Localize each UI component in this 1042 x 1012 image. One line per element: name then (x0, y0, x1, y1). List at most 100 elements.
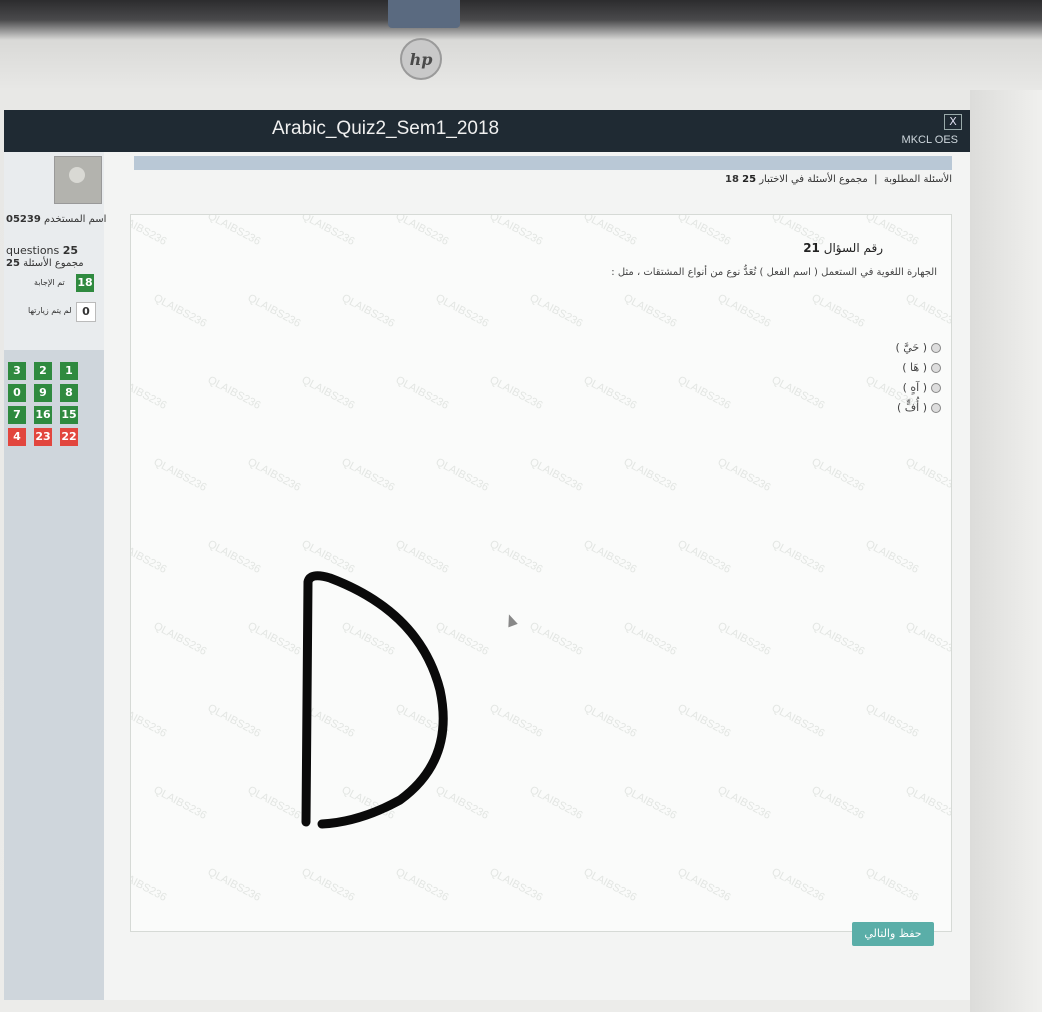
watermark-text: QLAIBS236 (487, 215, 545, 248)
watermark-text: QLAIBS236 (151, 784, 209, 822)
not-answered-label: لم يتم زيارتها (28, 306, 72, 315)
watermark-text: QLAIBS236 (487, 866, 545, 904)
question-card: QLAIBS236 QLAIBS236 QLAIBS236 QLAIBS236 QLAI… (130, 214, 952, 932)
watermark-text: QLAIBS236 (863, 866, 921, 904)
watermark-text: QLAIBS236 (205, 866, 263, 904)
option-label: ( هَا ) (902, 361, 927, 374)
watermark-text: QLAIBS236 (581, 538, 639, 576)
total-questions-label: questions (6, 244, 60, 257)
option-label: ( أُفٍّ ) (896, 401, 927, 414)
watermark-text: QLAIBS236 (863, 702, 921, 740)
question-nav-cell[interactable]: 8 (60, 384, 78, 402)
question-nav-cell[interactable]: 22 (60, 428, 78, 446)
watermark-text: QLAIBS236 (581, 702, 639, 740)
watermark-text: QLAIBS236 (809, 292, 867, 330)
answered-label: تم الإجابة (34, 278, 65, 287)
watermark-text: QLAIBS236 (769, 866, 827, 904)
watermark-text: QLAIBS236 (675, 538, 733, 576)
radio-icon[interactable] (931, 382, 941, 393)
option-1[interactable]: ( حَيَّ ) (895, 341, 941, 354)
watermark-text: QLAIBS236 (205, 702, 263, 740)
radio-icon[interactable] (931, 342, 941, 353)
watermark-text: QLAIBS236 (903, 456, 951, 494)
radio-icon[interactable] (931, 362, 941, 373)
watermark-text: QLAIBS236 (621, 292, 679, 330)
watermark-text: QLAIBS236 (621, 784, 679, 822)
option-2[interactable]: ( هَا ) (902, 361, 941, 374)
watermark-text: QLAIBS236 (903, 292, 951, 330)
watermark-text: QLAIBS236 (487, 538, 545, 576)
watermark-text: QLAIBS236 (339, 620, 397, 658)
save-next-button[interactable]: حفظ والتالي (852, 922, 934, 946)
watermark-text: QLAIBS236 (527, 292, 585, 330)
watermark-text: QLAIBS236 (769, 374, 827, 412)
question-nav-cell[interactable]: 9 (34, 384, 52, 402)
question-nav-cell[interactable]: 4 (8, 428, 26, 446)
watermark-text: QLAIBS236 (715, 784, 773, 822)
answered-count-badge: 18 (76, 274, 94, 292)
candidate-id: 05239 (6, 214, 41, 225)
total-questions-ar-label: مجموع الأسئلة (23, 258, 84, 269)
option-label: ( حَيَّ ) (895, 341, 927, 354)
watermark-text: QLAIBS236 (675, 374, 733, 412)
not-answered-count-badge: 0 (76, 302, 96, 322)
watermark-text: QLAIBS236 (299, 538, 357, 576)
hp-logo-icon: hp (400, 38, 442, 80)
watermark-text: QLAIBS236 (487, 374, 545, 412)
total-label: مجموع الأسئلة في الاختبار (759, 174, 868, 185)
question-number: رقم السؤال 21 (803, 241, 883, 255)
watermark-text: QLAIBS236 (433, 292, 491, 330)
watermark-text: QLAIBS236 (131, 538, 169, 576)
watermark-text: QLAIBS236 (527, 456, 585, 494)
watermark-text: QLAIBS236 (393, 866, 451, 904)
screen: Arabic_Quiz2_Sem1_2018 X MKCL OES 05239 … (4, 110, 970, 1000)
option-label: ( آهٍ ) (902, 381, 927, 394)
question-nav-cell[interactable]: 1 (60, 362, 78, 380)
required-label: الأسئلة المطلوبة (883, 174, 952, 185)
watermark-text: QLAIBS236 (131, 215, 169, 248)
question-nav-cell[interactable]: 7 (8, 406, 26, 424)
watermark-text: QLAIBS236 (393, 374, 451, 412)
total-questions-ar-value: 25 (6, 258, 20, 269)
watermark-text: QLAIBS236 (769, 538, 827, 576)
question-nav-cell[interactable]: 23 (34, 428, 52, 446)
watermark-text: QLAIBS236 (433, 620, 491, 658)
app-title: Arabic_Quiz2_Sem1_2018 (272, 118, 500, 139)
watermark-text: QLAIBS236 (299, 215, 357, 248)
question-number-label: رقم السؤال (823, 241, 883, 255)
question-nav-cell[interactable]: 3 (8, 362, 26, 380)
question-nav-cell[interactable]: 16 (34, 406, 52, 424)
watermark-text: QLAIBS236 (151, 292, 209, 330)
watermark-text: QLAIBS236 (675, 215, 733, 248)
watermark-text: QLAIBS236 (245, 620, 303, 658)
watermark-text: QLAIBS236 (581, 215, 639, 248)
question-text: الجهارة اللغوية في الستعمل ( اسم الفعل )… (611, 267, 937, 278)
watermark-text: QLAIBS236 (581, 374, 639, 412)
watermark-text: QLAIBS236 (299, 374, 357, 412)
watermark-text: QLAIBS236 (339, 292, 397, 330)
watermark-text: QLAIBS236 (393, 702, 451, 740)
watermark-text: QLAIBS236 (621, 620, 679, 658)
option-3[interactable]: ( آهٍ ) (903, 381, 941, 394)
question-nav-cell[interactable]: 0 (8, 384, 26, 402)
watermark-text: QLAIBS236 (527, 620, 585, 658)
watermark-text: QLAIBS236 (245, 456, 303, 494)
watermark-text: QLAIBS236 (339, 456, 397, 494)
watermark-text: QLAIBS236 (299, 866, 357, 904)
left-panel: 05239 اسم المستخدم questions 25 25 مجموع… (4, 152, 106, 1000)
watermark-text: QLAIBS236 (151, 620, 209, 658)
watermark-text: QLAIBS236 (393, 538, 451, 576)
watermark-text: QLAIBS236 (487, 702, 545, 740)
watermark-text: QLAIBS236 (863, 538, 921, 576)
question-nav-cell[interactable]: 2 (34, 362, 52, 380)
watermark-text: QLAIBS236 (299, 702, 357, 740)
question-nav-cell[interactable]: 15 (60, 406, 78, 424)
close-button[interactable]: X (944, 114, 962, 130)
option-4[interactable]: ( أُفٍّ ) (897, 401, 941, 414)
watermark-text: QLAIBS236 (769, 702, 827, 740)
watermark-text: QLAIBS236 (205, 215, 263, 248)
radio-icon[interactable] (931, 402, 941, 413)
watermark-text: QLAIBS236 (809, 620, 867, 658)
watermark-text: QLAIBS236 (339, 784, 397, 822)
title-bar: Arabic_Quiz2_Sem1_2018 X MKCL OES (4, 110, 970, 152)
